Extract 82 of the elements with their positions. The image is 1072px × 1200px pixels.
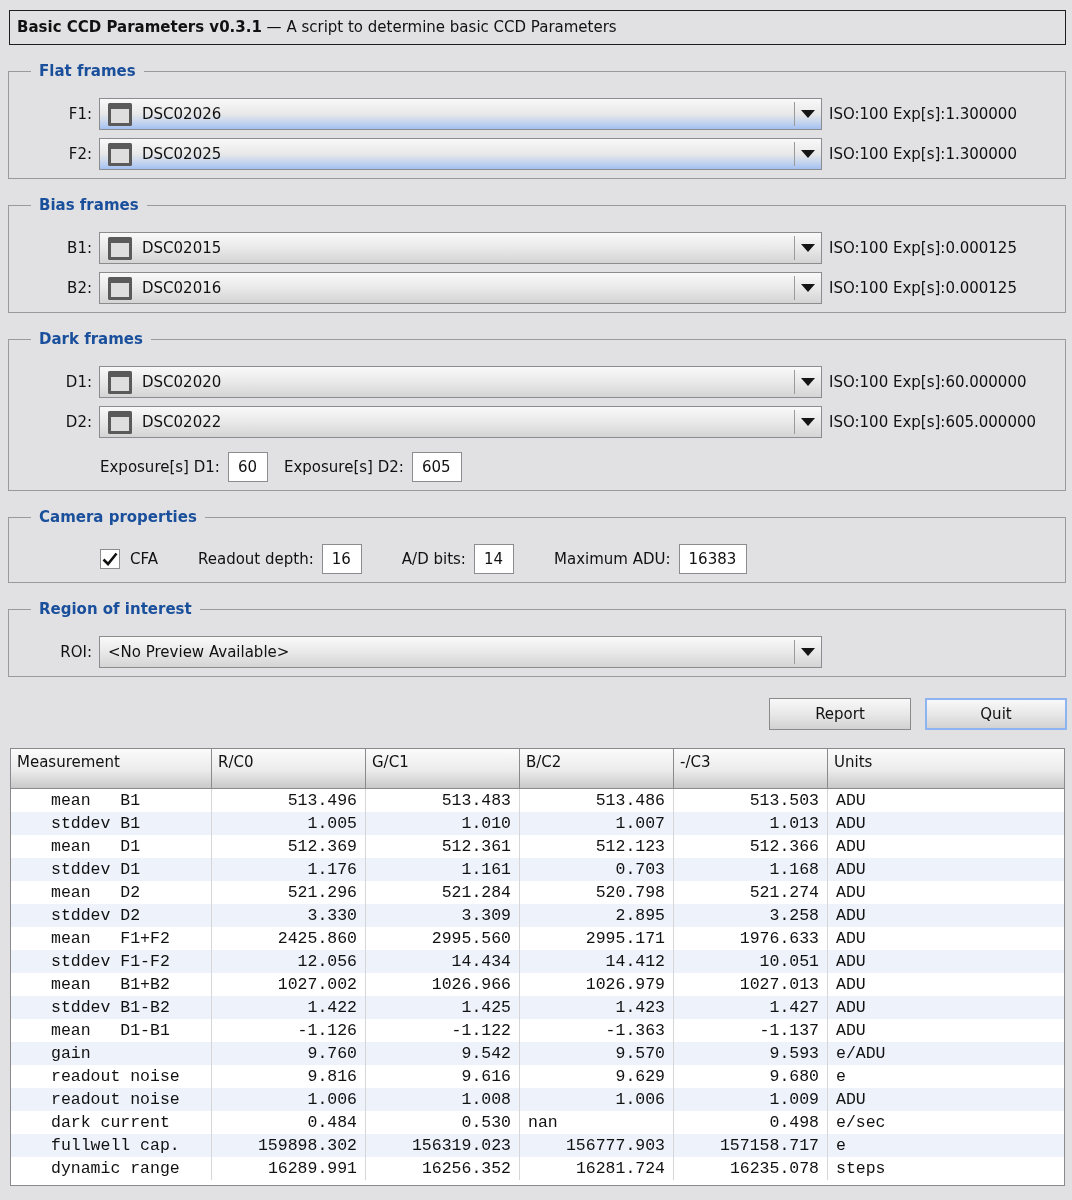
caret-icon [801, 648, 815, 656]
frame-info: ISO:100 Exp[s]:0.000125 [829, 279, 1017, 297]
dropdown[interactable]: DSC02026 [99, 98, 822, 130]
field-label: D1: [65, 373, 92, 391]
checkmark-icon [102, 552, 118, 566]
dropdown[interactable]: DSC02025 [99, 138, 822, 170]
caret-icon [801, 150, 815, 158]
checkbox-label: CFA [130, 550, 158, 568]
window-icon [108, 276, 132, 300]
window-icon [108, 102, 132, 126]
table-cell-text: ADU [835, 882, 867, 904]
table-cell-text: e [835, 1066, 847, 1088]
window-icon [108, 410, 132, 434]
table-cell-text: ADU [835, 951, 867, 973]
input-field[interactable]: 60 [227, 452, 268, 482]
table-cell-text: ADU [835, 997, 867, 1019]
frame-info: ISO:100 Exp[s]:0.000125 [829, 239, 1017, 257]
field-label: B1: [67, 239, 92, 257]
table-cell: 16281.724 [520, 1157, 674, 1180]
input-field[interactable]: 605 [411, 452, 462, 482]
column-header[interactable]: G/C1 [366, 749, 520, 789]
column-header[interactable]: R/C0 [212, 749, 366, 789]
script-title: Basic CCD Parameters v0.3.1 — A script to determine basic CCD Parameters [9, 10, 1066, 45]
caret-icon [801, 418, 815, 426]
frame-info: ISO:100 Exp[s]:60.000000 [829, 373, 1027, 391]
table-cell-text: ADU [835, 1089, 867, 1111]
field-label: Maximum ADU: [554, 550, 671, 568]
field-label: F1: [68, 105, 92, 123]
dropdown[interactable]: DSC02022 [99, 406, 822, 438]
field-label: D2: [65, 413, 92, 431]
column-header[interactable]: -/C3 [674, 749, 828, 789]
group-title: Flat frames [38, 62, 137, 80]
dialog-button[interactable]: Quit [925, 698, 1067, 730]
group-title: Region of interest [38, 600, 193, 618]
dropdown[interactable]: DSC02020 [99, 366, 822, 398]
table-cell: 16235.078 [674, 1157, 828, 1180]
caret-icon [801, 284, 815, 292]
field-label: Exposure[s] D2: [284, 458, 404, 476]
field-label: Readout depth: [198, 550, 314, 568]
table-cell-text: e/ADU [835, 1043, 887, 1065]
field-label: ROI: [60, 643, 92, 661]
dropdown[interactable]: DSC02016 [99, 272, 822, 304]
frame-info: ISO:100 Exp[s]:1.300000 [829, 145, 1017, 163]
table-cell-text: ADU [835, 1020, 867, 1042]
caret-icon [801, 378, 815, 386]
field-label: B2: [67, 279, 92, 297]
group-title: Dark frames [38, 330, 144, 348]
window-icon [108, 142, 132, 166]
table-cell-text: e [835, 1135, 847, 1157]
group-title: Camera properties [38, 508, 198, 526]
dialog-button[interactable]: Report [769, 698, 911, 730]
table-cell-text: ADU [835, 859, 867, 881]
frame-info: ISO:100 Exp[s]:605.000000 [829, 413, 1037, 431]
table-cell: 16289.991 [212, 1157, 366, 1180]
frame-info: ISO:100 Exp[s]:1.300000 [829, 105, 1017, 123]
window-icon [108, 236, 132, 260]
table-cell-text: ADU [835, 836, 867, 858]
window-icon [108, 370, 132, 394]
field-label: A/D bits: [401, 550, 466, 568]
caret-icon [801, 110, 815, 118]
input-field[interactable]: 14 [473, 544, 514, 574]
column-header[interactable]: B/C2 [520, 749, 674, 789]
table-cell-text: ADU [835, 813, 867, 835]
table-cell-text: ADU [835, 974, 867, 996]
checkbox[interactable] [100, 549, 120, 569]
caret-icon [801, 244, 815, 252]
table-cell-text: ADU [835, 905, 867, 927]
table-cell-text: steps [835, 1158, 887, 1180]
table-cell-text: e/sec [835, 1112, 887, 1134]
column-header[interactable]: Measurement [11, 749, 212, 789]
input-field[interactable]: 16 [321, 544, 362, 574]
table-cell: 16256.352 [366, 1157, 520, 1180]
table-cell-text: ADU [835, 790, 867, 812]
input-field[interactable]: 16383 [678, 544, 748, 574]
column-header[interactable]: Units [828, 749, 1064, 789]
field-label: F2: [68, 145, 92, 163]
table-cell-text: ADU [835, 928, 867, 950]
group-title: Bias frames [38, 196, 140, 214]
dropdown[interactable]: <No Preview Available> [99, 636, 822, 668]
dropdown[interactable]: DSC02015 [99, 232, 822, 264]
table-cell: dynamic range [11, 1157, 212, 1180]
field-label: Exposure[s] D1: [100, 458, 220, 476]
